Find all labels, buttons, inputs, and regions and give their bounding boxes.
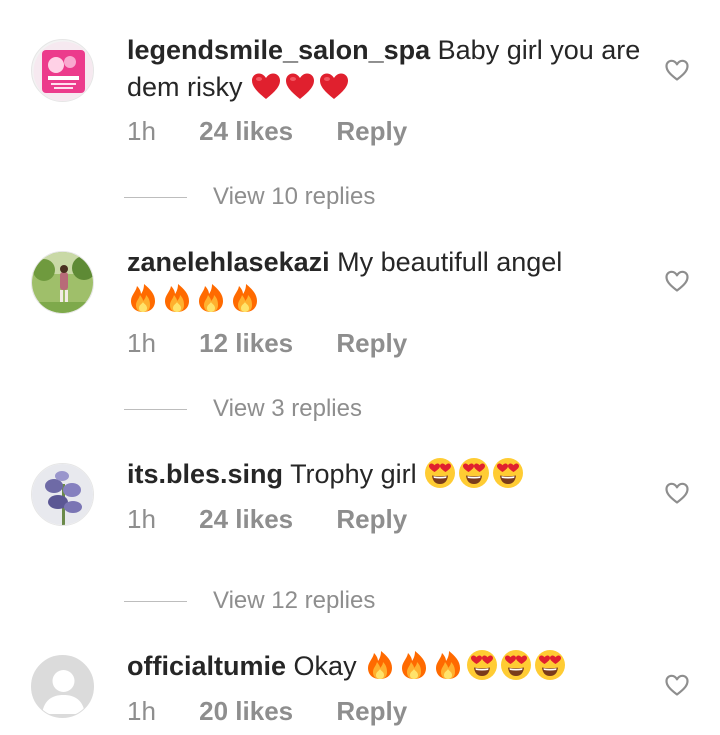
avatar[interactable] bbox=[31, 655, 94, 718]
reply-button[interactable]: Reply bbox=[336, 504, 407, 534]
like-heart-icon[interactable] bbox=[664, 269, 690, 293]
fire-emoji-icon bbox=[229, 282, 261, 314]
comment-meta: 1h 24 likes Reply bbox=[127, 504, 443, 535]
comment-username[interactable]: zanelehlasekazi bbox=[127, 247, 330, 277]
flower-avatar-image bbox=[32, 464, 93, 525]
comment-username[interactable]: its.bles.sing bbox=[127, 459, 283, 489]
replies-divider-line bbox=[124, 197, 187, 199]
fire-emoji-icon bbox=[398, 649, 430, 681]
view-replies-label: View 3 replies bbox=[213, 395, 362, 422]
reply-button[interactable]: Reply bbox=[336, 116, 407, 146]
comment-text: Trophy girl bbox=[290, 459, 417, 489]
comment-meta: 1h 20 likes Reply bbox=[127, 696, 443, 727]
view-replies-button[interactable]: View 3 replies bbox=[124, 395, 362, 423]
emoji-group bbox=[364, 651, 568, 681]
comment-username[interactable]: officialtumie bbox=[127, 651, 286, 681]
comment-body: officialtumie Okay bbox=[127, 648, 652, 685]
heart-eyes-emoji-icon bbox=[466, 649, 498, 681]
view-replies-label: View 10 replies bbox=[213, 183, 376, 210]
emoji-group bbox=[127, 284, 263, 314]
comment-username[interactable]: legendsmile_salon_spa bbox=[127, 35, 430, 65]
heart-eyes-emoji-icon bbox=[534, 649, 566, 681]
reply-button[interactable]: Reply bbox=[336, 328, 407, 358]
replies-divider-line bbox=[124, 601, 187, 603]
red-heart-emoji-icon bbox=[318, 70, 350, 102]
avatar[interactable] bbox=[31, 39, 94, 102]
fire-emoji-icon bbox=[364, 649, 396, 681]
fire-emoji-icon bbox=[161, 282, 193, 314]
outdoor-person-avatar-image bbox=[32, 252, 93, 313]
likes-count[interactable]: 24 likes bbox=[199, 116, 293, 146]
fire-emoji-icon bbox=[127, 282, 159, 314]
heart-eyes-emoji-icon bbox=[424, 457, 456, 489]
comment-text: My beautifull angel bbox=[337, 247, 563, 277]
comment-text: Okay bbox=[293, 651, 357, 681]
likes-count[interactable]: 20 likes bbox=[199, 696, 293, 726]
comment-time: 1h bbox=[127, 696, 156, 726]
like-heart-icon[interactable] bbox=[664, 481, 690, 505]
heart-eyes-emoji-icon bbox=[458, 457, 490, 489]
emoji-group bbox=[250, 72, 352, 102]
replies-divider-line bbox=[124, 409, 187, 411]
likes-count[interactable]: 24 likes bbox=[199, 504, 293, 534]
comment-time: 1h bbox=[127, 504, 156, 534]
like-heart-icon[interactable] bbox=[664, 673, 690, 697]
view-replies-label: View 12 replies bbox=[213, 587, 376, 614]
like-heart-icon[interactable] bbox=[664, 58, 690, 82]
comment-time: 1h bbox=[127, 328, 156, 358]
comment-body: legendsmile_salon_spa Baby girl you are … bbox=[127, 32, 652, 106]
comment-meta: 1h 12 likes Reply bbox=[127, 328, 443, 359]
comment-time: 1h bbox=[127, 116, 156, 146]
view-replies-button[interactable]: View 12 replies bbox=[124, 587, 375, 615]
likes-count[interactable]: 12 likes bbox=[199, 328, 293, 358]
avatar[interactable] bbox=[31, 463, 94, 526]
view-replies-button[interactable]: View 10 replies bbox=[124, 183, 375, 211]
heart-eyes-emoji-icon bbox=[492, 457, 524, 489]
default-user-avatar-icon bbox=[32, 656, 93, 717]
salon-logo-avatar-image bbox=[33, 41, 93, 101]
comment-body: its.bles.sing Trophy girl bbox=[127, 456, 652, 493]
comment-meta: 1h 24 likes Reply bbox=[127, 116, 443, 147]
fire-emoji-icon bbox=[432, 649, 464, 681]
comment-body: zanelehlasekazi My beautifull angel bbox=[127, 244, 652, 318]
red-heart-emoji-icon bbox=[284, 70, 316, 102]
reply-button[interactable]: Reply bbox=[336, 696, 407, 726]
fire-emoji-icon bbox=[195, 282, 227, 314]
avatar[interactable] bbox=[31, 251, 94, 314]
heart-eyes-emoji-icon bbox=[500, 649, 532, 681]
red-heart-emoji-icon bbox=[250, 70, 282, 102]
emoji-group bbox=[424, 459, 526, 489]
